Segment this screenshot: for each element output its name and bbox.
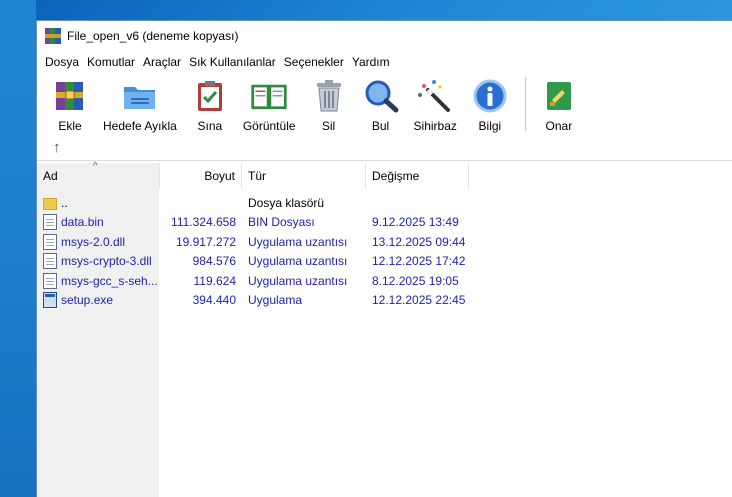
file-type: Dosya klasörü — [248, 195, 325, 210]
exe-icon — [43, 292, 57, 309]
toolbar-separator — [524, 77, 526, 131]
file-size: 119.624 — [193, 273, 237, 288]
menu-secenekler[interactable]: Seçenekler — [280, 51, 348, 73]
archive-add-icon — [51, 77, 89, 115]
trash-icon — [310, 77, 348, 115]
file-size: 394.440 — [192, 293, 236, 308]
column-type-header[interactable]: Tür — [242, 163, 366, 189]
delete-label: Sil — [321, 119, 336, 133]
dll-icon — [43, 233, 57, 250]
add-label: Ekle — [58, 119, 82, 133]
menu-sik-kullanilanlar[interactable]: Sık Kullanılanlar — [185, 51, 280, 73]
test-label: Sına — [197, 119, 223, 133]
add-button[interactable]: Ekle — [51, 77, 89, 133]
repair-button[interactable]: Onar — [540, 77, 578, 133]
column-modified-header[interactable]: Değişme — [366, 163, 469, 189]
folder-extract-icon — [121, 77, 159, 115]
dll-icon — [43, 272, 57, 289]
file-rows: .. Dosya klasörü data.bin 111.324.658 BI… — [37, 193, 732, 310]
info-icon — [471, 77, 509, 115]
wizard-button[interactable]: Sihirbaz — [414, 77, 457, 133]
file-icon — [43, 214, 57, 231]
folder-icon — [43, 197, 57, 210]
magnifier-icon — [362, 77, 400, 115]
file-row[interactable]: .. Dosya klasörü — [37, 193, 732, 213]
magic-wand-icon — [416, 77, 454, 115]
find-button[interactable]: Bul — [362, 77, 400, 133]
file-row[interactable]: msys-gcc_s-seh... 119.624 Uygulama uzant… — [37, 271, 732, 291]
menu-araclar[interactable]: Araçlar — [139, 51, 185, 73]
delete-button[interactable]: Sil — [310, 77, 348, 133]
view-button[interactable]: Görüntüle — [243, 77, 296, 133]
up-arrow-icon[interactable]: ↑ — [53, 139, 61, 156]
file-size: 984.576 — [192, 254, 236, 269]
file-row[interactable]: data.bin 111.324.658 BIN Dosyası 9.12.20… — [37, 213, 732, 233]
wizard-label: Sihirbaz — [413, 119, 457, 133]
book-icon — [250, 77, 288, 115]
file-name: msys-2.0.dll — [61, 234, 126, 249]
column-header: ^ Ad Boyut Tür Değişme — [37, 161, 469, 189]
toolbar: Ekle Hedefe Ayıkla Sına Görüntüle Sil Bu… — [37, 73, 732, 135]
menu-komutlar[interactable]: Komutlar — [83, 51, 139, 73]
title-bar[interactable]: File_open_v6 (deneme kopyası) — [37, 21, 732, 51]
test-button[interactable]: Sına — [191, 77, 229, 133]
file-type: Uygulama uzantısı — [248, 273, 348, 288]
file-name: msys-crypto-3.dll — [61, 254, 152, 269]
winrar-app-icon — [45, 28, 61, 44]
info-button[interactable]: Bilgi — [471, 77, 509, 133]
file-name: .. — [61, 195, 68, 210]
clipboard-check-icon — [191, 77, 229, 115]
file-row[interactable]: setup.exe 394.440 Uygulama 12.12.2025 22… — [37, 291, 732, 311]
desktop-background — [0, 0, 36, 497]
winrar-window: File_open_v6 (deneme kopyası) Dosya Komu… — [36, 20, 732, 497]
file-type: Uygulama — [248, 293, 303, 308]
file-list-area: ^ Ad Boyut Tür Değişme .. Dosya klasörü … — [37, 161, 732, 497]
extract-button[interactable]: Hedefe Ayıkla — [103, 77, 177, 133]
file-row[interactable]: msys-crypto-3.dll 984.576 Uygulama uzant… — [37, 252, 732, 272]
repair-label: Onar — [545, 119, 573, 133]
file-date: 9.12.2025 13:49 — [372, 215, 459, 230]
dll-icon — [43, 253, 57, 270]
file-date: 13.12.2025 09:44 — [372, 234, 466, 249]
find-label: Bul — [371, 119, 390, 133]
file-size: 111.324.658 — [171, 215, 236, 230]
file-row[interactable]: msys-2.0.dll 19.917.272 Uygulama uzantıs… — [37, 232, 732, 252]
extract-label: Hedefe Ayıkla — [103, 119, 177, 133]
file-name: msys-gcc_s-seh... — [61, 273, 158, 288]
navigation-bar: ↑ — [37, 135, 732, 161]
window-title: File_open_v6 (deneme kopyası) — [67, 29, 239, 43]
info-label: Bilgi — [478, 119, 502, 133]
file-date: 12.12.2025 22:45 — [372, 293, 466, 308]
menu-yardim[interactable]: Yardım — [348, 51, 394, 73]
file-type: Uygulama uzantısı — [248, 234, 348, 249]
file-size: 19.917.272 — [175, 234, 236, 249]
file-date: 8.12.2025 19:05 — [372, 273, 459, 288]
file-type: BIN Dosyası — [248, 215, 315, 230]
view-label: Görüntüle — [242, 119, 296, 133]
menu-dosya[interactable]: Dosya — [41, 51, 83, 73]
file-date: 12.12.2025 17:42 — [372, 254, 466, 269]
menu-bar: Dosya Komutlar Araçlar Sık Kullanılanlar… — [37, 51, 732, 73]
sort-caret-icon: ^ — [93, 161, 98, 172]
file-type: Uygulama uzantısı — [248, 254, 348, 269]
repair-icon — [540, 77, 578, 115]
column-name-header[interactable]: ^ Ad — [37, 161, 160, 189]
file-name: data.bin — [61, 215, 104, 230]
column-size-header[interactable]: Boyut — [160, 163, 242, 189]
file-name: setup.exe — [61, 293, 114, 308]
